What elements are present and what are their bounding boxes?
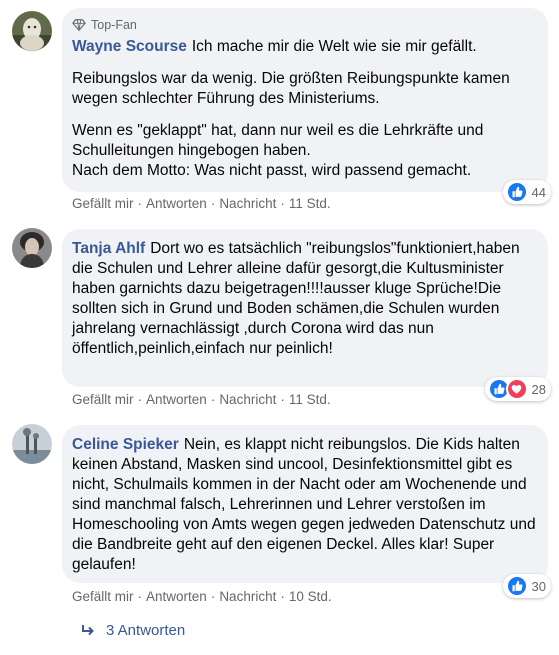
like-icon [505,181,528,203]
comment-bubble: Tanja Ahlf Dort wo es tatsächlich "reibun… [62,229,548,387]
like-icon [505,575,528,597]
like-button[interactable]: Gefällt mir [72,589,134,604]
comment-text: Ich mache mir die Welt wie sie mir gefäl… [191,38,477,55]
comment-actions: Gefällt mir · Antworten · Nachricht · 11 Std. [72,392,331,407]
comment-text: Wenn es "geklappt" hat, dann nur weil es… [72,122,484,179]
diamond-icon [72,18,86,31]
timestamp[interactable]: 10 Std. [289,589,332,604]
message-button[interactable]: Nachricht [219,196,276,211]
reply-button[interactable]: Antworten [146,196,207,211]
comment-text: Reibungslos war da wenig. Die größten Re… [72,70,510,107]
timestamp[interactable]: 11 Std. [289,392,331,407]
avatar[interactable] [12,11,52,51]
reply-button[interactable]: Antworten [146,589,207,604]
reaction-count: 30 [531,578,546,594]
comment-bubble: Top-Fan Wayne Scourse Ich mache mir die W… [62,8,548,192]
top-fan-badge: Top-Fan [72,16,536,33]
message-button[interactable]: Nachricht [219,589,276,604]
reaction-summary[interactable]: 44 [502,180,551,204]
reaction-summary[interactable]: 28 [484,377,551,401]
comment-text: Dort wo es tatsächlich "reibungslos"funk… [72,240,520,357]
comment-author[interactable]: Celine Spieker [72,436,179,453]
comment-actions: Gefällt mir · Antworten · Nachricht · 10 Std. [72,589,332,604]
message-button[interactable]: Nachricht [219,392,276,407]
avatar[interactable] [12,228,52,268]
comment-author[interactable]: Wayne Scourse [72,38,187,55]
love-icon [505,378,528,400]
reaction-summary[interactable]: 30 [502,574,551,598]
replies-count[interactable]: 3 Antworten [106,622,185,639]
view-replies-link[interactable]: 3 Antworten [80,622,185,639]
comment-text: Nein, es klappt nicht reibungslos. Die K… [72,436,536,573]
like-button[interactable]: Gefällt mir [72,392,134,407]
reaction-count: 44 [531,184,546,200]
comment-bubble: Celine Spieker Nein, es klappt nicht reib… [62,425,548,583]
reply-button[interactable]: Antworten [146,392,207,407]
comment-actions: Gefällt mir · Antworten · Nachricht · 11 Std. [72,196,331,211]
like-button[interactable]: Gefällt mir [72,196,134,211]
comment-author[interactable]: Tanja Ahlf [72,240,145,257]
timestamp[interactable]: 11 Std. [289,196,331,211]
reaction-count: 28 [531,381,546,397]
avatar[interactable] [12,424,52,464]
reply-arrow-icon [82,624,94,635]
